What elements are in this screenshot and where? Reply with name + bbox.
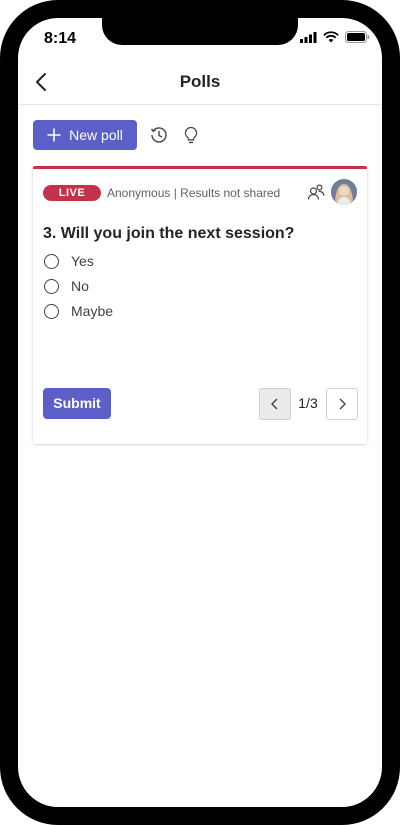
battery-icon xyxy=(345,31,370,43)
app-screen: 8:14 Polls New poll LIVE Anonymous | Res… xyxy=(18,18,382,807)
new-poll-button[interactable]: New poll xyxy=(33,120,137,150)
toolbar: New poll xyxy=(33,119,201,151)
chevron-right-icon xyxy=(339,398,346,410)
cellular-signal-icon xyxy=(300,31,317,43)
option-label: Yes xyxy=(71,253,94,269)
poll-page-indicator: 1/3 xyxy=(298,395,318,411)
poll-card: LIVE Anonymous | Results not shared 3. W… xyxy=(33,166,367,444)
participants-icon[interactable] xyxy=(307,183,325,201)
previous-poll-button[interactable] xyxy=(259,388,291,420)
radio-circle[interactable] xyxy=(44,278,59,294)
chevron-left-icon xyxy=(271,398,278,410)
lightbulb-icon[interactable] xyxy=(181,125,201,145)
poll-question: 3. Will you join the next session? xyxy=(43,225,295,242)
plus-icon xyxy=(47,128,61,142)
radio-circle[interactable] xyxy=(44,253,59,269)
status-icons xyxy=(300,31,370,43)
new-poll-label: New poll xyxy=(69,127,123,143)
submit-button[interactable]: Submit xyxy=(43,388,111,419)
poll-settings-text: Anonymous | Results not shared xyxy=(107,186,281,200)
next-poll-button[interactable] xyxy=(326,388,358,420)
nav-bar: Polls xyxy=(18,62,382,105)
page-title: Polls xyxy=(179,72,221,91)
option-yes[interactable]: Yes xyxy=(44,251,94,271)
wifi-icon xyxy=(323,31,339,43)
notch xyxy=(102,18,298,45)
option-label: No xyxy=(71,278,89,294)
user-avatar[interactable] xyxy=(331,179,357,205)
avatar-photo-icon xyxy=(331,179,357,205)
history-icon[interactable] xyxy=(149,125,169,145)
option-maybe[interactable]: Maybe xyxy=(44,301,113,321)
radio-circle[interactable] xyxy=(44,303,59,319)
option-label: Maybe xyxy=(71,303,114,319)
option-no[interactable]: No xyxy=(44,276,89,296)
live-badge: LIVE xyxy=(43,185,101,201)
phone-frame: 8:14 Polls New poll LIVE Anonymous | Res… xyxy=(0,0,400,825)
status-time: 8:14 xyxy=(44,30,77,47)
